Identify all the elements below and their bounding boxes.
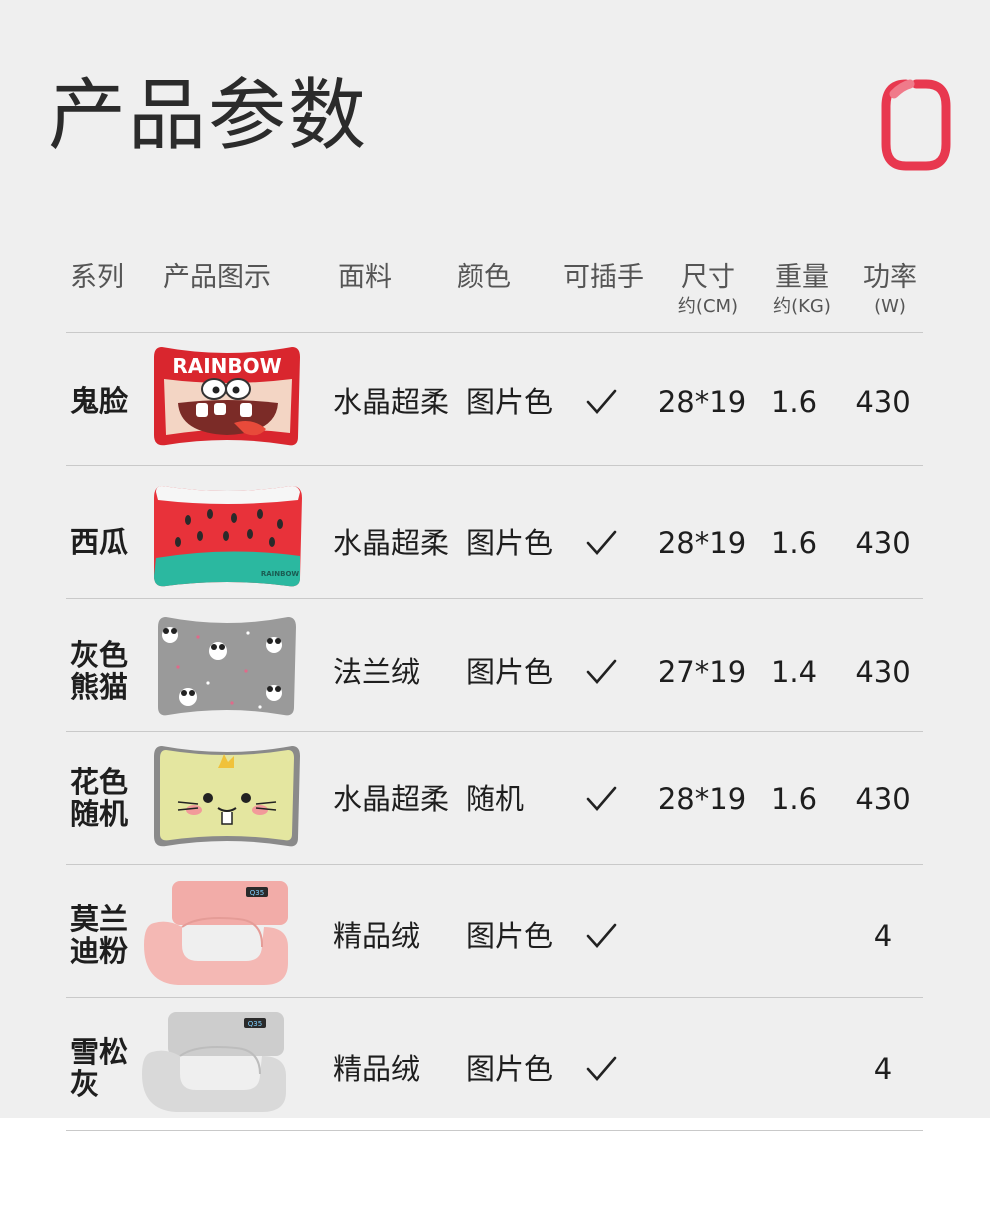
- table-row: 西瓜 RAINBOW 水晶超柔 图片色 28*19 1.6 430: [0, 466, 990, 598]
- product-image: [148, 740, 306, 854]
- checkmark-icon: [586, 1056, 617, 1081]
- checkmark-icon: [586, 786, 617, 811]
- color-cell: 图片色: [466, 919, 554, 953]
- table-row: 雪松灰 Q35 精品绒 图片色 4: [0, 998, 990, 1118]
- col-header-size: 尺寸: [681, 262, 735, 293]
- fabric-cell: 精品绒: [333, 919, 421, 953]
- size-cell: 28*19: [657, 782, 747, 816]
- svg-text:Q35: Q35: [250, 889, 264, 897]
- fabric-cell: 水晶超柔: [333, 526, 450, 560]
- size-cell: 28*19: [657, 526, 747, 560]
- table-row: 灰色 熊猫 法兰绒 图片色 27*19 1.4 430: [0, 599, 990, 731]
- power-cell: 4: [873, 919, 893, 953]
- series-name: 雪松灰: [70, 1035, 129, 1101]
- product-image: RAINBOW: [148, 480, 306, 592]
- fabric-cell: 法兰绒: [333, 655, 421, 689]
- weight-cell: 1.6: [770, 782, 818, 816]
- color-cell: 图片色: [466, 1052, 554, 1086]
- power-cell: 430: [855, 385, 911, 419]
- color-cell: 图片色: [466, 655, 554, 689]
- svg-text:Q35: Q35: [248, 1020, 262, 1028]
- table-row: 花色 随机 水晶超柔 随机 28*19 1.6 430: [0, 732, 990, 864]
- color-cell: 图片色: [466, 385, 554, 419]
- product-image: RAINBOW: [148, 341, 306, 451]
- col-header-fabric: 面料: [338, 262, 392, 293]
- col-header-size-unit: 约(CM): [677, 296, 739, 317]
- logo-icon: [881, 79, 951, 171]
- color-cell: 随机: [466, 782, 525, 816]
- fabric-cell: 精品绒: [333, 1052, 421, 1086]
- col-header-hand-insert: 可插手: [563, 262, 644, 293]
- size-cell: 28*19: [657, 385, 747, 419]
- series-name: 莫兰 迪粉: [70, 902, 129, 968]
- checkmark-icon: [586, 389, 617, 414]
- power-cell: 430: [855, 782, 911, 816]
- series-name: 鬼脸: [70, 384, 129, 418]
- series-name: 花色 随机: [70, 765, 129, 831]
- color-cell: 图片色: [466, 526, 554, 560]
- svg-text:RAINBOW: RAINBOW: [172, 354, 281, 378]
- col-header-series: 系列: [70, 262, 124, 293]
- product-image: Q35: [138, 875, 296, 991]
- col-header-weight-unit: 约(KG): [773, 296, 831, 317]
- checkmark-icon: [586, 659, 617, 684]
- power-cell: 4: [873, 1052, 893, 1086]
- table-row: 鬼脸 RAINBOW 水晶超柔 图片色 28*19 1.6 430: [0, 333, 990, 465]
- fabric-cell: 水晶超柔: [333, 385, 450, 419]
- svg-text:RAINBOW: RAINBOW: [261, 570, 300, 578]
- table-row: 莫兰 迪粉 Q35 精品绒 图片色 4: [0, 865, 990, 997]
- checkmark-icon: [586, 530, 617, 555]
- weight-cell: 1.6: [770, 385, 818, 419]
- col-header-power: 功率: [863, 262, 917, 293]
- product-image: [148, 611, 306, 723]
- size-cell: 27*19: [657, 655, 747, 689]
- product-image: Q35: [138, 1010, 296, 1116]
- weight-cell: 1.6: [770, 526, 818, 560]
- col-header-weight: 重量: [775, 262, 829, 293]
- col-header-image: 产品图示: [163, 262, 271, 293]
- checkmark-icon: [586, 923, 617, 948]
- fabric-cell: 水晶超柔: [333, 782, 450, 816]
- table-divider: [66, 1130, 923, 1131]
- power-cell: 430: [855, 655, 911, 689]
- power-cell: 430: [855, 526, 911, 560]
- col-header-color: 颜色: [457, 262, 511, 293]
- col-header-power-unit: (W): [874, 296, 906, 317]
- series-name: 西瓜: [70, 525, 129, 559]
- page-title: 产品参数: [48, 71, 369, 161]
- series-name: 灰色 熊猫: [70, 638, 129, 704]
- weight-cell: 1.4: [770, 655, 818, 689]
